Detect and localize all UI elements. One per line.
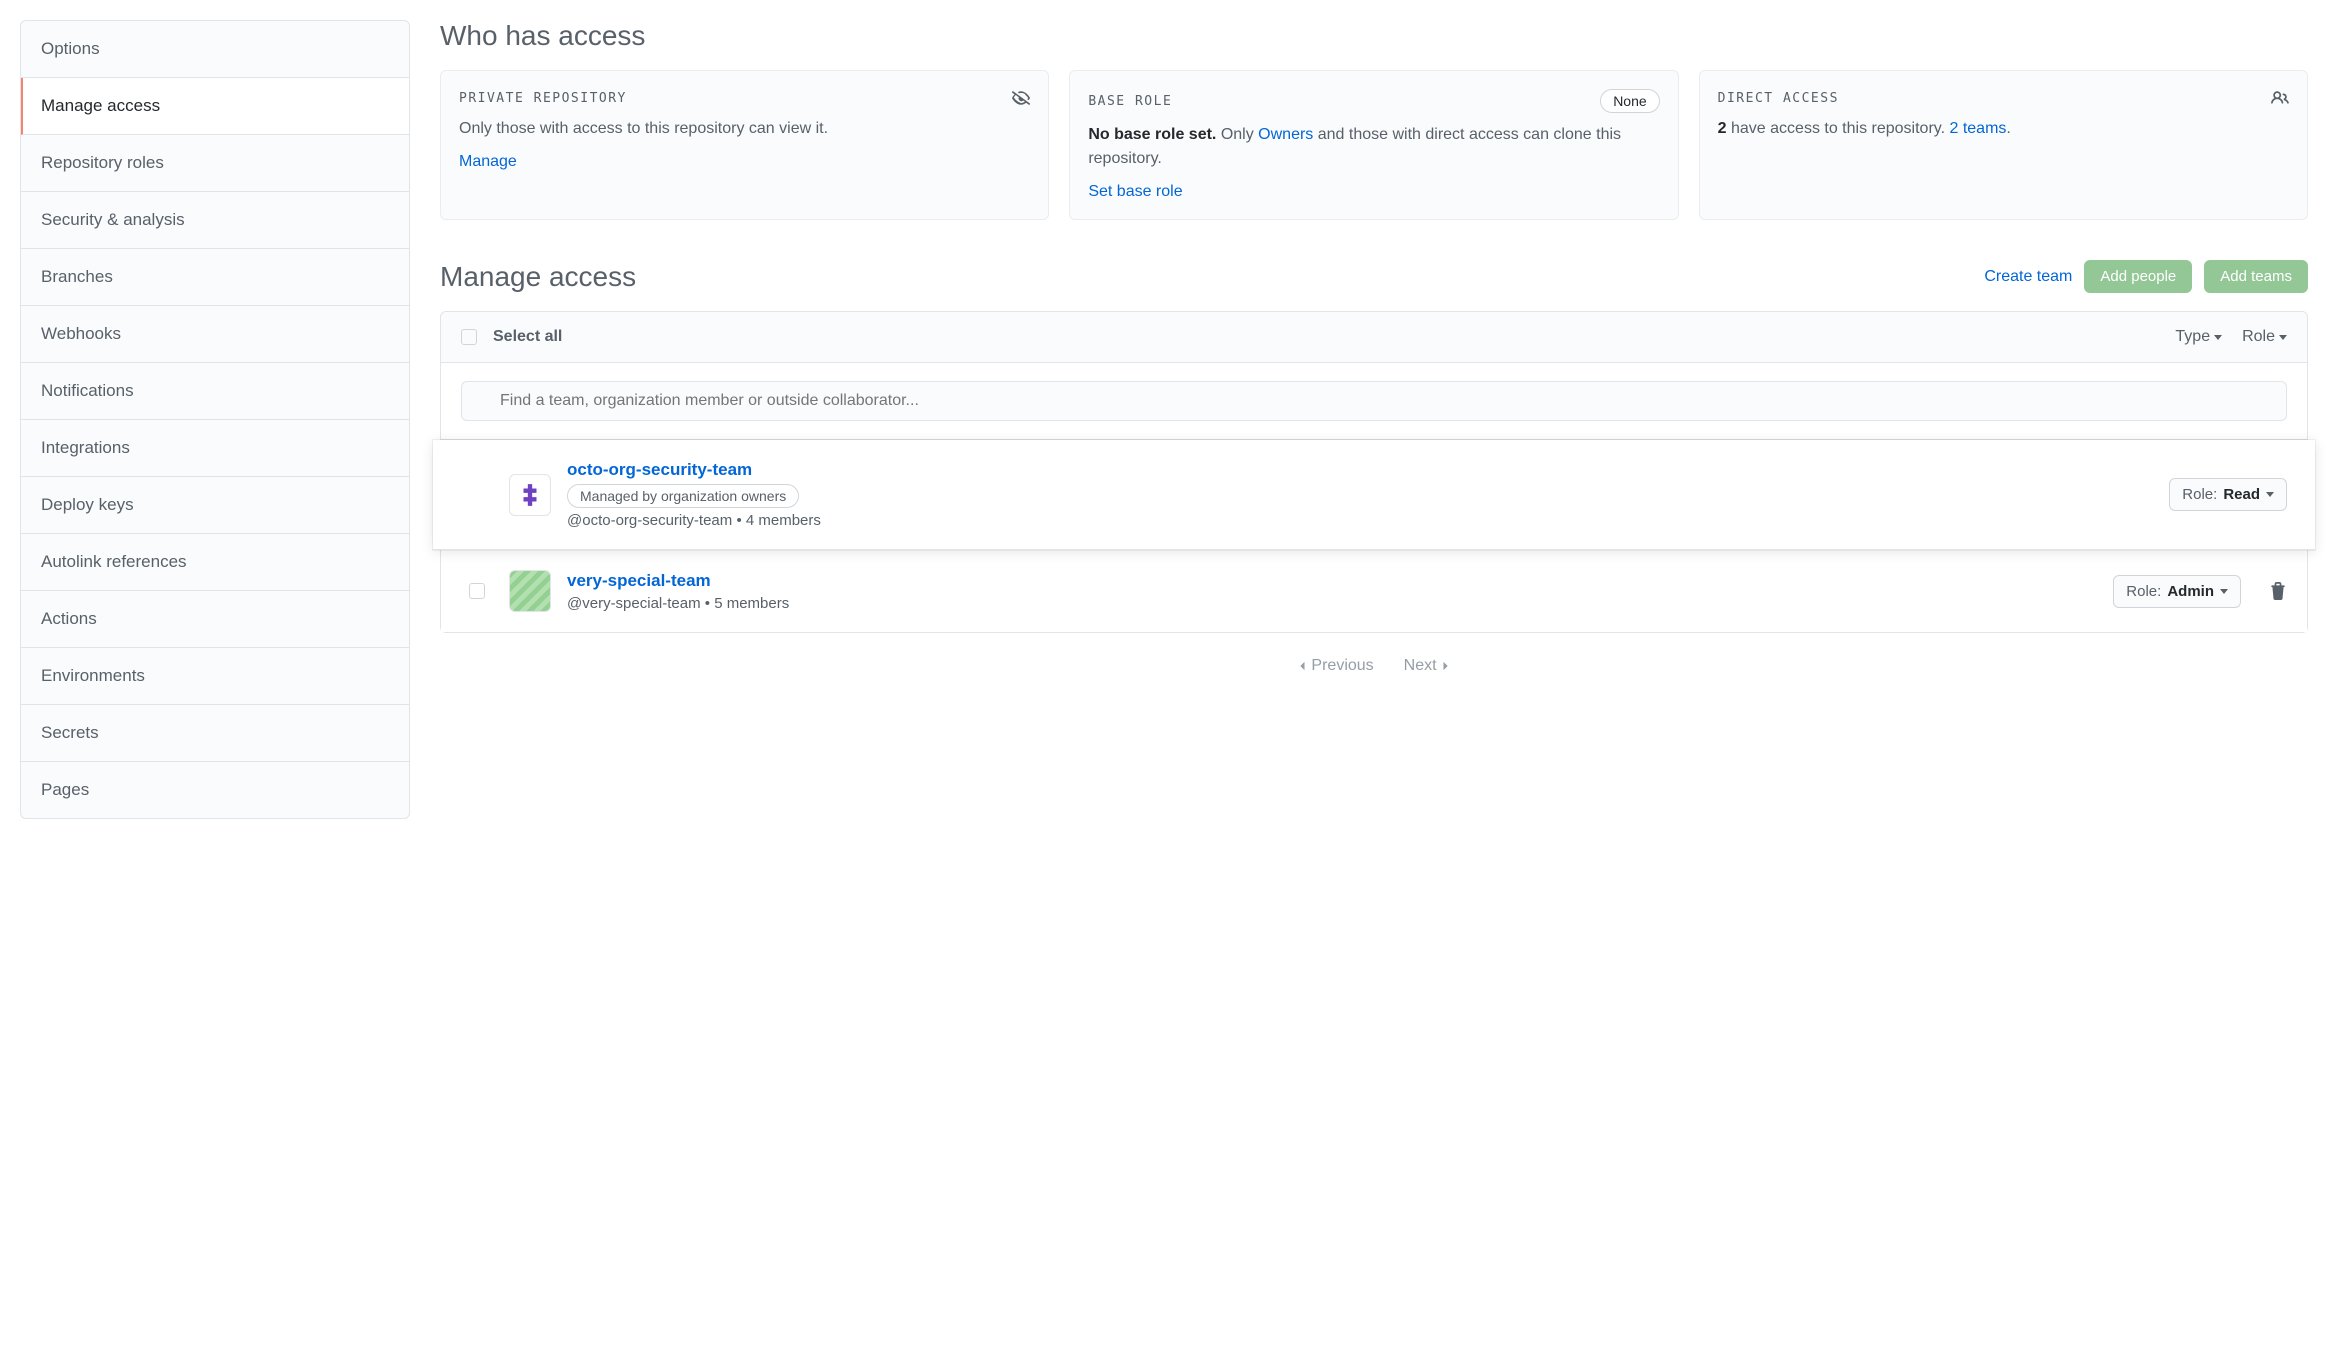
private-repo-card: PRIVATE REPOSITORY Only those with acces… — [440, 70, 1049, 220]
role-dropdown[interactable]: Role: Admin — [2113, 575, 2241, 608]
owners-link[interactable]: Owners — [1258, 126, 1313, 143]
type-filter[interactable]: Type — [2175, 328, 2222, 346]
base-role-card-title: BASE ROLE — [1088, 94, 1172, 109]
base-role-card-text: No base role set. Only Owners and those … — [1088, 123, 1659, 171]
private-repo-card-text: Only those with access to this repositor… — [459, 117, 1030, 141]
select-all-checkbox[interactable] — [461, 329, 477, 345]
sidebar-item-secrets[interactable]: Secrets — [21, 705, 409, 762]
caret-down-icon — [2214, 335, 2222, 340]
sidebar-item-environments[interactable]: Environments — [21, 648, 409, 705]
sidebar-item-manage-access[interactable]: Manage access — [21, 78, 409, 135]
sidebar-item-integrations[interactable]: Integrations — [21, 420, 409, 477]
team-meta: @very-special-team • 5 members — [567, 595, 2097, 612]
team-row-checkbox[interactable] — [469, 583, 485, 599]
team-row: octo-org-security-team Managed by organi… — [433, 440, 2315, 550]
who-has-access-title: Who has access — [440, 20, 2308, 52]
base-role-badge: None — [1600, 89, 1659, 113]
caret-down-icon — [2266, 492, 2274, 497]
access-cards: PRIVATE REPOSITORY Only those with acces… — [440, 70, 2308, 220]
set-base-role-link[interactable]: Set base role — [1088, 183, 1182, 200]
teams-link[interactable]: 2 teams — [1949, 120, 2006, 137]
sidebar-item-actions[interactable]: Actions — [21, 591, 409, 648]
settings-sidebar: Options Manage access Repository roles S… — [20, 20, 410, 819]
select-all-label: Select all — [493, 328, 562, 346]
access-list-header: Select all Type Role — [441, 312, 2307, 363]
sidebar-item-autolink-references[interactable]: Autolink references — [21, 534, 409, 591]
direct-access-card-title: DIRECT ACCESS — [1718, 91, 1839, 106]
manage-visibility-link[interactable]: Manage — [459, 153, 517, 170]
base-role-strong: No base role set. — [1088, 126, 1216, 143]
sidebar-item-security-analysis[interactable]: Security & analysis — [21, 192, 409, 249]
sidebar-item-deploy-keys[interactable]: Deploy keys — [21, 477, 409, 534]
sidebar-item-options[interactable]: Options — [21, 21, 409, 78]
sidebar-item-branches[interactable]: Branches — [21, 249, 409, 306]
pagination: Previous Next — [440, 633, 2308, 681]
direct-access-card-text: 2 have access to this repository. 2 team… — [1718, 117, 2289, 141]
chevron-left-icon — [1297, 661, 1307, 671]
base-role-card: BASE ROLE None No base role set. Only Ow… — [1069, 70, 1678, 220]
team-name-link[interactable]: octo-org-security-team — [567, 460, 752, 479]
team-avatar — [509, 474, 551, 516]
sidebar-item-notifications[interactable]: Notifications — [21, 363, 409, 420]
team-row: very-special-team @very-special-team • 5… — [441, 550, 2307, 632]
pagination-next[interactable]: Next — [1404, 657, 1451, 675]
search-input[interactable] — [461, 381, 2287, 421]
team-meta: @octo-org-security-team • 4 members — [567, 512, 2153, 529]
team-name-link[interactable]: very-special-team — [567, 571, 711, 590]
caret-down-icon — [2279, 335, 2287, 340]
people-icon — [2271, 89, 2289, 107]
create-team-link[interactable]: Create team — [1984, 268, 2072, 286]
sidebar-item-repository-roles[interactable]: Repository roles — [21, 135, 409, 192]
add-teams-button[interactable]: Add teams — [2204, 260, 2308, 293]
chevron-right-icon — [1441, 661, 1451, 671]
caret-down-icon — [2220, 589, 2228, 594]
direct-access-card: DIRECT ACCESS 2 have access to this repo… — [1699, 70, 2308, 220]
access-list-panel: Select all Type Role — [440, 311, 2308, 633]
private-repo-card-title: PRIVATE REPOSITORY — [459, 91, 627, 106]
direct-access-count: 2 — [1718, 120, 1727, 137]
team-managed-badge: Managed by organization owners — [567, 484, 799, 508]
pagination-previous[interactable]: Previous — [1297, 657, 1373, 675]
main-content: Who has access PRIVATE REPOSITORY Only t… — [440, 20, 2308, 819]
manage-access-actions: Create team Add people Add teams — [1984, 260, 2308, 293]
team-avatar — [509, 570, 551, 612]
role-dropdown[interactable]: Role: Read — [2169, 478, 2287, 511]
manage-access-title: Manage access — [440, 261, 636, 293]
add-people-button[interactable]: Add people — [2084, 260, 2192, 293]
eye-off-icon — [1012, 89, 1030, 107]
trash-icon[interactable] — [2269, 582, 2287, 600]
sidebar-item-webhooks[interactable]: Webhooks — [21, 306, 409, 363]
role-filter[interactable]: Role — [2242, 328, 2287, 346]
sidebar-item-pages[interactable]: Pages — [21, 762, 409, 818]
